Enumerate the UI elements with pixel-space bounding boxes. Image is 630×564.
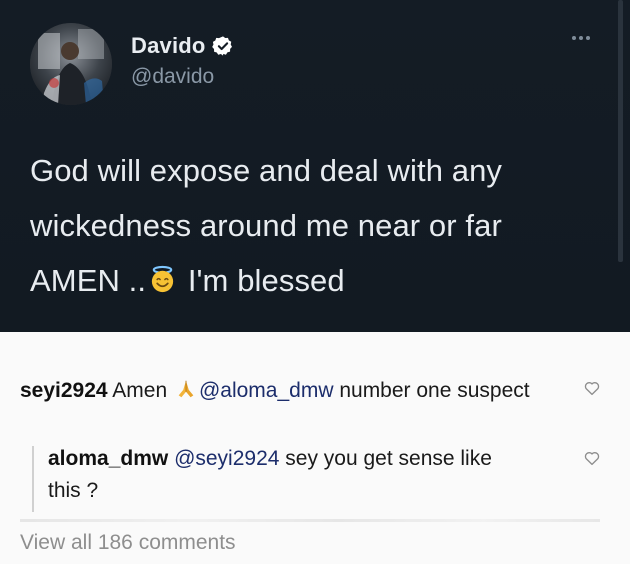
comment-text: Amen (107, 379, 173, 402)
comment-username[interactable]: seyi2924 (20, 379, 108, 402)
tweet-text-amen: AMEN .. (30, 263, 147, 298)
verified-badge-icon (211, 35, 234, 57)
avatar-image (30, 23, 112, 105)
blurred-comment-divider (20, 519, 600, 522)
more-horizontal-icon[interactable] (572, 36, 590, 40)
tweet-text-blessed: I'm blessed (179, 263, 345, 298)
tweet-text-line-2: wickedness around me near or far (30, 208, 502, 243)
author-name-row: Davido (131, 33, 234, 59)
heart-outline-icon[interactable] (583, 449, 601, 467)
reply-thread-line (32, 446, 34, 512)
screenshot-frame: Davido @davido God will expose and deal … (0, 0, 630, 564)
author-name[interactable]: Davido (131, 33, 206, 59)
tweet-text-line-1: God will expose and deal with any (30, 153, 503, 188)
comment: seyi2924 Amen @aloma_dmw number one susp… (20, 375, 530, 407)
tweet-text-line-3: AMEN .. I'm blessed (30, 253, 605, 308)
tweet-card: Davido @davido God will expose and deal … (0, 0, 630, 332)
smiling-face-with-halo-icon (148, 256, 177, 293)
folded-hands-icon (175, 378, 197, 400)
scrollbar[interactable] (618, 0, 623, 262)
comment-mention[interactable]: @aloma_dmw (199, 379, 334, 402)
comment-mention[interactable]: @seyi2924 (174, 447, 279, 470)
heart-outline-icon[interactable] (583, 379, 601, 397)
author-handle[interactable]: @davido (131, 65, 214, 89)
comment-username[interactable]: aloma_dmw (48, 447, 168, 470)
comments-section: seyi2924 Amen @aloma_dmw number one susp… (0, 332, 630, 564)
tweet-text: God will expose and deal with any wicked… (30, 143, 605, 308)
view-all-comments-link[interactable]: View all 186 comments (20, 531, 236, 555)
comment-reply: aloma_dmw @seyi2924 sey you get sense li… (48, 443, 528, 507)
avatar[interactable] (30, 23, 112, 105)
comment-text-tail: number one suspect (333, 379, 530, 402)
